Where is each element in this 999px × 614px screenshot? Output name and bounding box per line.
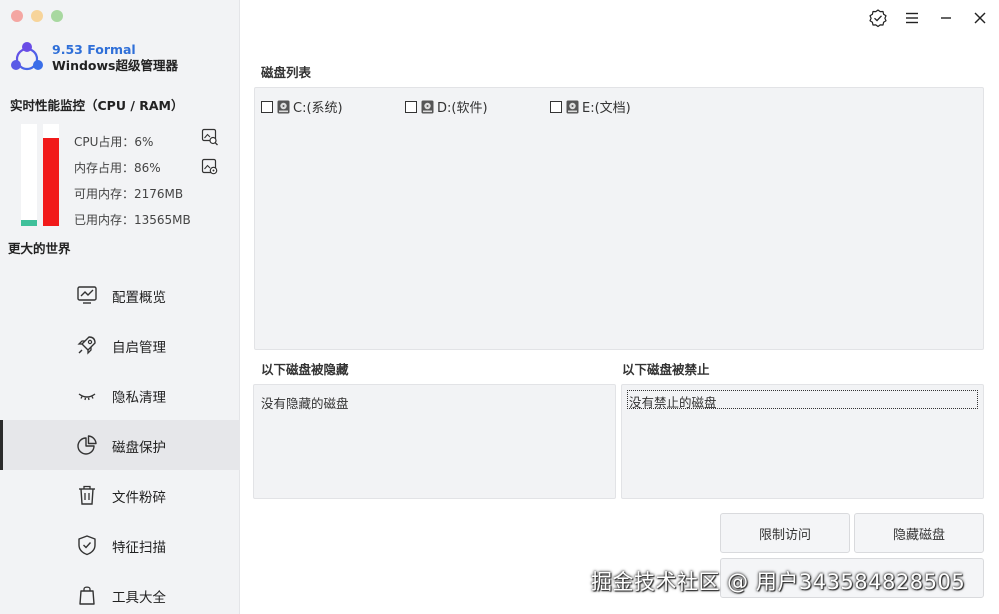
sidebar-item-label: 工具大全 <box>112 590 166 606</box>
memory-usage-fill <box>43 138 59 226</box>
banned-disks-title: 以下磁盘被禁止 <box>622 362 710 377</box>
sidebar-item-label: 配置概览 <box>112 290 166 306</box>
cpu-usage-text: CPU占用：6% <box>74 135 154 149</box>
sidebar-item-startup-manager[interactable]: 自启管理 <box>0 320 240 370</box>
minimize-icon[interactable] <box>936 8 956 28</box>
menu-icon[interactable] <box>902 8 922 28</box>
sidebar-item-label: 隐私清理 <box>112 390 166 406</box>
cpu-usage-fill <box>21 219 37 226</box>
sidebar-item-feature-scan[interactable]: 特征扫描 <box>0 520 240 570</box>
hard-drive-icon <box>277 100 290 113</box>
sidebar-item-config-overview[interactable]: 配置概览 <box>0 270 240 320</box>
app-name: Windows超级管理器 <box>52 58 178 73</box>
closed-eye-icon <box>78 393 96 401</box>
watermark-text: 掘金技术社区 @ 用户343584828505 <box>591 570 966 594</box>
sidebar-item-label: 特征扫描 <box>112 540 166 556</box>
disk-item-e[interactable]: E:(文档) <box>550 97 631 116</box>
sidebar-nav: 配置概览 自启管理 隐私清理 磁盘保护 文件粉碎 特征扫描 工具大全 <box>0 270 240 614</box>
sidebar-item-label: 磁盘保护 <box>112 440 166 456</box>
hard-drive-icon <box>421 100 434 113</box>
disk-checkbox[interactable] <box>405 100 417 113</box>
disk-list-panel: C:(系统) D:(软件) E:(文档) <box>254 87 984 350</box>
perf-monitor-title: 实时性能监控（CPU / RAM） <box>10 98 184 113</box>
trash-icon <box>79 485 95 505</box>
bag-icon <box>79 586 95 605</box>
shield-check-icon <box>78 535 96 556</box>
sidebar-item-privacy-cleaner[interactable]: 隐私清理 <box>0 370 240 420</box>
disk-label: E:(文档) <box>582 101 631 116</box>
sidebar-item-file-shredder[interactable]: 文件粉碎 <box>0 470 240 520</box>
sidebar-item-toolbox[interactable]: 工具大全 <box>0 570 240 614</box>
disk-checkbox[interactable] <box>550 100 562 113</box>
sidebar-item-disk-protection[interactable]: 磁盘保护 <box>0 420 240 470</box>
disk-checkbox[interactable] <box>261 100 273 113</box>
hidden-disks-empty-text: 没有隐藏的磁盘 <box>261 396 349 411</box>
available-memory-text: 可用内存：2176MB <box>74 187 184 201</box>
disk-item-c[interactable]: C:(系统) <box>261 97 343 116</box>
hard-drive-icon <box>566 100 579 113</box>
close-icon[interactable] <box>970 8 990 28</box>
monitor-chart-icon <box>77 286 97 304</box>
hidden-disks-list[interactable]: 没有隐藏的磁盘 <box>253 384 616 499</box>
close-window-button[interactable] <box>11 10 23 22</box>
disk-item-d[interactable]: D:(软件) <box>405 97 488 116</box>
restrict-access-button[interactable]: 限制访问 <box>720 513 850 553</box>
banned-disks-empty-text: 没有禁止的磁盘 <box>627 390 978 410</box>
memory-usage-bar <box>43 124 59 226</box>
pie-chart-icon <box>77 435 97 455</box>
disk-list-title: 磁盘列表 <box>261 65 312 80</box>
disk-label: C:(系统) <box>293 101 343 116</box>
maximize-window-button[interactable] <box>51 10 63 22</box>
app-version: 9.53 Formal <box>52 42 136 57</box>
minimize-window-button[interactable] <box>31 10 43 22</box>
image-search-icon[interactable] <box>201 128 219 146</box>
bigger-world-heading: 更大的世界 <box>8 241 71 256</box>
hidden-disks-title: 以下磁盘被隐藏 <box>261 362 349 377</box>
sidebar: 9.53 Formal Windows超级管理器 实时性能监控（CPU / RA… <box>0 0 240 614</box>
sidebar-item-label: 文件粉碎 <box>112 490 166 506</box>
image-settings-icon[interactable] <box>201 158 219 176</box>
verified-badge-icon[interactable] <box>868 8 888 28</box>
memory-usage-text: 内存占用：86% <box>74 161 161 175</box>
brand: 9.53 Formal Windows超级管理器 <box>9 40 178 76</box>
sidebar-item-label: 自启管理 <box>112 340 166 356</box>
cpu-usage-bar <box>21 124 37 226</box>
banned-disks-list[interactable]: 没有禁止的磁盘 <box>621 384 984 499</box>
app-logo-icon <box>11 42 43 71</box>
hide-disk-button[interactable]: 隐藏磁盘 <box>854 513 984 553</box>
used-memory-text: 已用内存：13565MB <box>74 213 191 227</box>
rocket-icon <box>77 336 96 355</box>
window-traffic-lights <box>11 10 63 22</box>
disk-label: D:(软件) <box>437 101 488 116</box>
